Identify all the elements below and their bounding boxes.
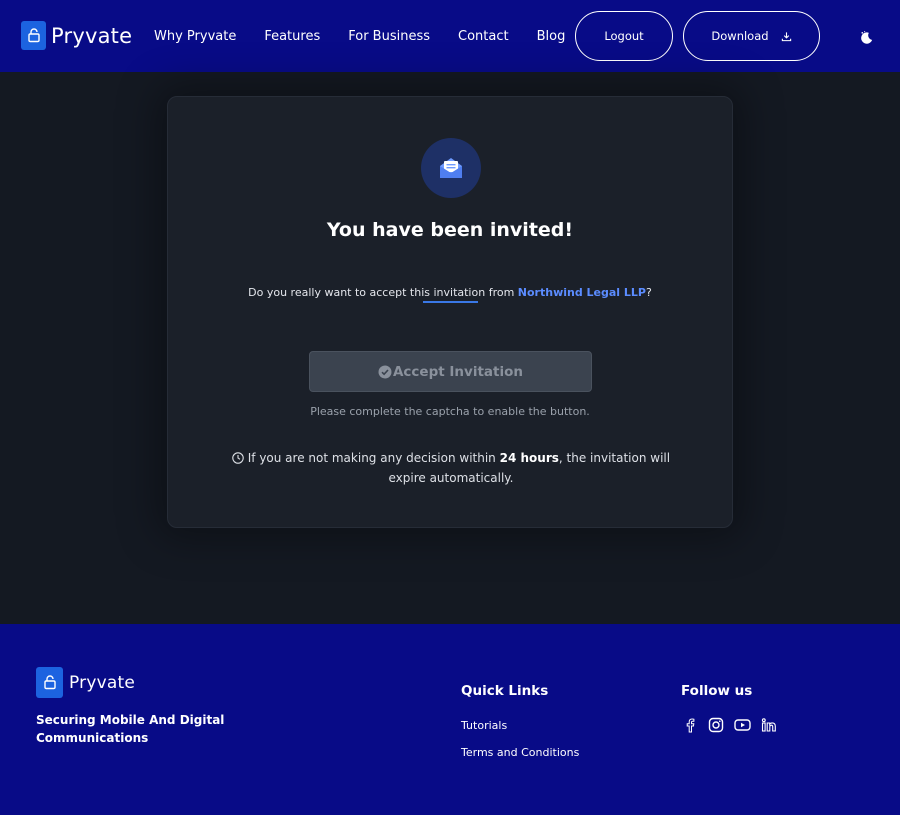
follow-us-title: Follow us <box>681 683 753 699</box>
accept-invitation-button[interactable]: Accept Invitation <box>309 351 592 392</box>
footer-tagline: Securing Mobile And Digital Communicatio… <box>36 713 225 745</box>
divider <box>423 301 478 303</box>
nav-blog[interactable]: Blog <box>537 29 566 44</box>
logout-label: Logout <box>604 29 644 43</box>
expiry-hours: 24 hours <box>499 451 559 465</box>
brand-name: Pryvate <box>51 23 133 48</box>
nav-contact[interactable]: Contact <box>458 29 509 44</box>
envelope-open-icon <box>421 138 481 198</box>
site-footer: Pryvate Securing Mobile And Digital Comm… <box>0 624 900 815</box>
invitation-card: You have been invited! Do you really wan… <box>167 96 733 528</box>
download-button[interactable]: Download <box>683 11 820 61</box>
footer-link-tutorials[interactable]: Tutorials <box>461 719 507 732</box>
captcha-note: Please complete the captcha to enable th… <box>310 405 590 418</box>
expiry-notice: If you are not making any decision withi… <box>223 448 679 488</box>
invitation-title: You have been invited! <box>326 219 574 241</box>
footer-brand[interactable]: Pryvate <box>36 667 135 698</box>
question-suffix: ? <box>646 286 652 299</box>
download-label: Download <box>711 29 769 43</box>
instagram-icon[interactable] <box>707 716 725 734</box>
quick-links-title: Quick Links <box>461 683 549 699</box>
organization-link[interactable]: Northwind Legal LLP <box>518 286 646 299</box>
footer-link-terms[interactable]: Terms and Conditions <box>461 746 579 759</box>
moon-icon[interactable] <box>858 29 874 45</box>
facebook-icon[interactable] <box>681 716 699 734</box>
check-circle-icon <box>378 365 392 379</box>
lock-icon <box>36 667 63 698</box>
footer-brand-name: Pryvate <box>69 672 136 693</box>
accept-label: Accept Invitation <box>392 363 524 380</box>
nav-why-pryvate[interactable]: Why Pryvate <box>154 29 236 44</box>
logout-button[interactable]: Logout <box>575 11 673 61</box>
main-nav: Why Pryvate Features For Business Contac… <box>154 0 593 72</box>
download-icon <box>781 31 792 42</box>
question-text: Do you really want to accept this invita… <box>248 286 518 299</box>
clock-icon <box>232 452 244 464</box>
nav-features[interactable]: Features <box>264 29 320 44</box>
invitation-question: Do you really want to accept this invita… <box>168 286 732 299</box>
main-content: You have been invited! Do you really wan… <box>0 72 900 624</box>
linkedin-icon[interactable] <box>760 716 778 734</box>
youtube-icon[interactable] <box>733 716 751 734</box>
brand-home-link[interactable]: Pryvate <box>21 21 132 50</box>
site-header: Pryvate Why Pryvate Features For Busines… <box>0 0 900 72</box>
lock-icon <box>21 21 46 50</box>
expiry-text: If you are not making any decision withi… <box>243 451 500 465</box>
nav-for-business[interactable]: For Business <box>348 29 430 44</box>
